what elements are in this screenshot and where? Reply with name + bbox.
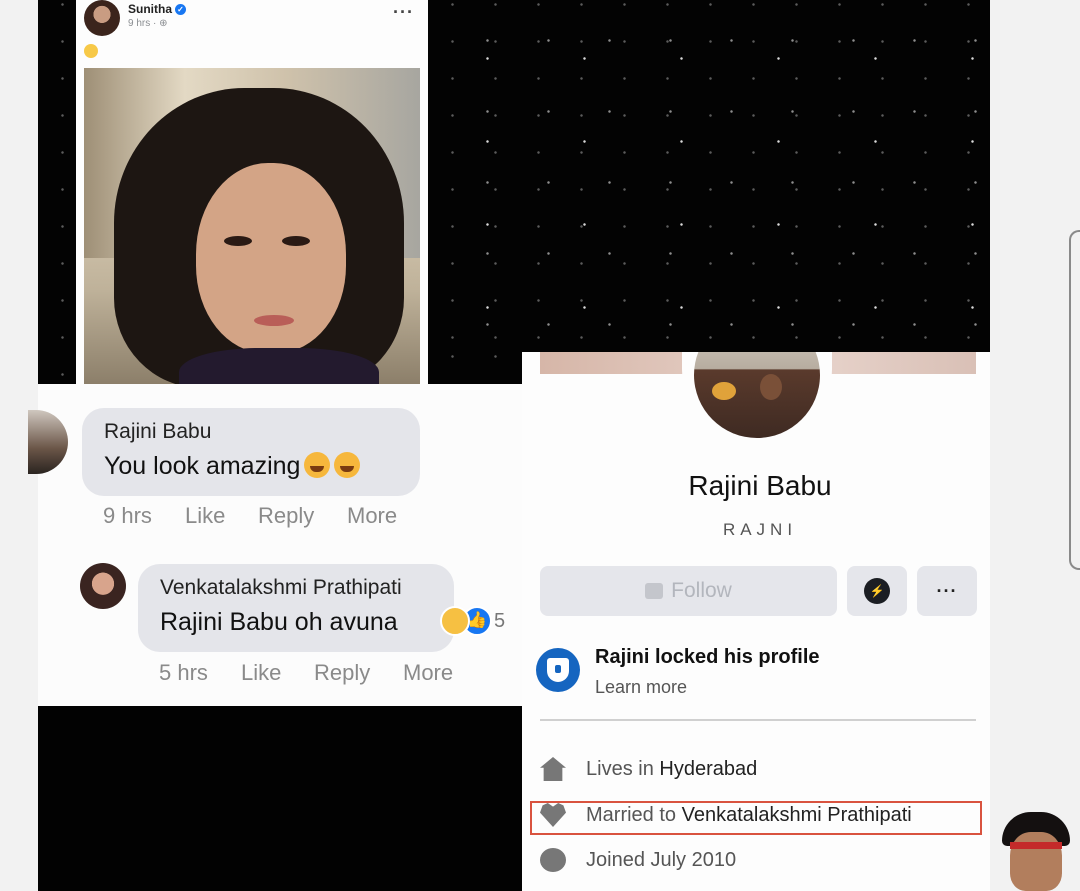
heart-eyes-emoji-icon: [334, 452, 361, 478]
post-card: Sunitha ✓ 9 hrs · ⊕ ···: [76, 0, 428, 384]
messenger-button[interactable]: ⚡: [847, 566, 907, 616]
joined-text: Joined July 2010: [586, 848, 737, 871]
reaction-count: 5: [494, 609, 506, 632]
post-photo[interactable]: [84, 68, 420, 384]
more-dots-icon: ···: [936, 580, 958, 601]
reply-author-name[interactable]: Venkatalakshmi Prathipati: [160, 576, 402, 600]
globe-icon: ⊕: [159, 18, 168, 29]
dark-panel-top-left-strip: [38, 0, 76, 384]
smile-emoji-icon: [84, 44, 98, 58]
clock-icon: [540, 848, 566, 872]
comment-text-content: You look amazing: [104, 452, 301, 480]
post-timestamp: 9 hrs · ⊕: [128, 18, 168, 29]
reply-bubble: Venkatalakshmi Prathipati Rajini Babu oh…: [138, 564, 454, 652]
comment-author-name[interactable]: Rajini Babu: [104, 420, 211, 444]
dark-panel-middle: [428, 352, 522, 384]
highlight-box: [530, 801, 982, 835]
comment-reply-button[interactable]: Reply: [258, 503, 314, 529]
more-options-button[interactable]: ···: [917, 566, 977, 616]
reply-time: 5 hrs: [159, 660, 208, 685]
post-author-avatar[interactable]: [84, 0, 120, 36]
dark-panel-bottom-left: [38, 706, 522, 891]
lives-value[interactable]: Hyderabad: [659, 758, 757, 781]
post-author[interactable]: Sunitha ✓: [128, 2, 186, 16]
lives-in-row: Lives in Hyderabad: [540, 752, 757, 786]
profile-picture[interactable]: [682, 352, 832, 444]
divider: [540, 719, 976, 721]
home-icon: [540, 757, 566, 781]
profile-name: Rajini Babu: [688, 470, 832, 501]
post-author-name[interactable]: Sunitha: [128, 2, 172, 16]
comment-time: 9 hrs: [103, 503, 152, 528]
verified-badge-icon: ✓: [175, 4, 186, 15]
reply-text: Rajini Babu oh avuna: [160, 608, 398, 636]
comment-text: You look amazing: [104, 452, 361, 481]
locked-profile-shield-icon: [536, 648, 580, 692]
scrollbar[interactable]: [1069, 230, 1080, 570]
haha-reaction-icon: [440, 606, 470, 636]
dark-panel-top-right: [428, 0, 990, 352]
post-options-button[interactable]: ···: [393, 2, 414, 23]
reply-like-button[interactable]: Like: [241, 660, 281, 686]
comment-bubble: Rajini Babu You look amazing: [82, 408, 420, 496]
reply-more-button[interactable]: More: [403, 660, 453, 686]
heart-eyes-emoji-icon: [304, 452, 331, 478]
messenger-icon: ⚡: [864, 578, 890, 604]
post-time-text: 9 hrs ·: [128, 18, 157, 29]
joined-row: Joined July 2010: [540, 843, 736, 877]
follow-button[interactable]: Follow: [540, 566, 837, 616]
locked-profile-title: Rajini locked his profile: [595, 646, 820, 668]
profile-panel: Rajini Babu RAJNI Follow ⚡ ··· Rajini lo…: [522, 352, 990, 891]
lives-prefix: Lives in: [586, 757, 654, 780]
reaction-face-image: [998, 812, 1074, 891]
comment-like-button[interactable]: Like: [185, 503, 225, 529]
profile-nickname: RAJNI: [722, 520, 798, 539]
learn-more-link[interactable]: Learn more: [595, 677, 687, 698]
follow-icon: [645, 583, 664, 599]
comment-more-button[interactable]: More: [347, 503, 397, 529]
reply-author-avatar[interactable]: [80, 563, 126, 609]
reply-reactions[interactable]: 👍 5: [440, 606, 505, 636]
follow-label: Follow: [671, 579, 732, 602]
reply-reply-button[interactable]: Reply: [314, 660, 370, 686]
